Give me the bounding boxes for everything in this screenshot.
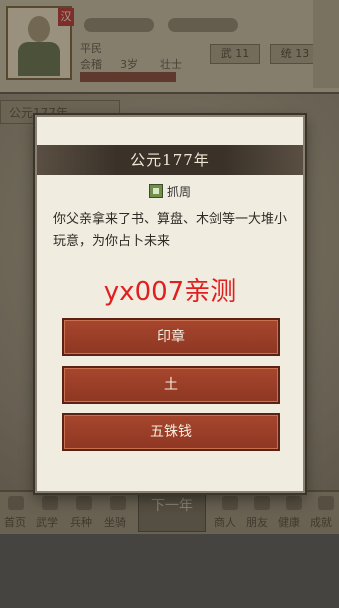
event-name: 抓周 xyxy=(166,185,191,199)
watermark-text: yx007亲测 xyxy=(103,277,237,307)
choice-earth-button[interactable]: 土 xyxy=(62,366,280,404)
event-name-row: 抓周 xyxy=(37,183,303,200)
dialog-header: 公元177年 xyxy=(37,145,303,175)
choice-coin-button[interactable]: 五铢钱 xyxy=(62,413,280,451)
choice-seal-button[interactable]: 印章 xyxy=(62,318,280,356)
dialog-title: 公元177年 xyxy=(130,151,210,169)
event-dialog: 公元177年 抓周 你父亲拿来了书、算盘、木剑等一大堆小玩意，为你占卜未来 yx… xyxy=(35,115,305,493)
event-icon xyxy=(148,184,163,198)
event-description: 你父亲拿来了书、算盘、木剑等一大堆小玩意，为你占卜未来 xyxy=(53,212,288,249)
